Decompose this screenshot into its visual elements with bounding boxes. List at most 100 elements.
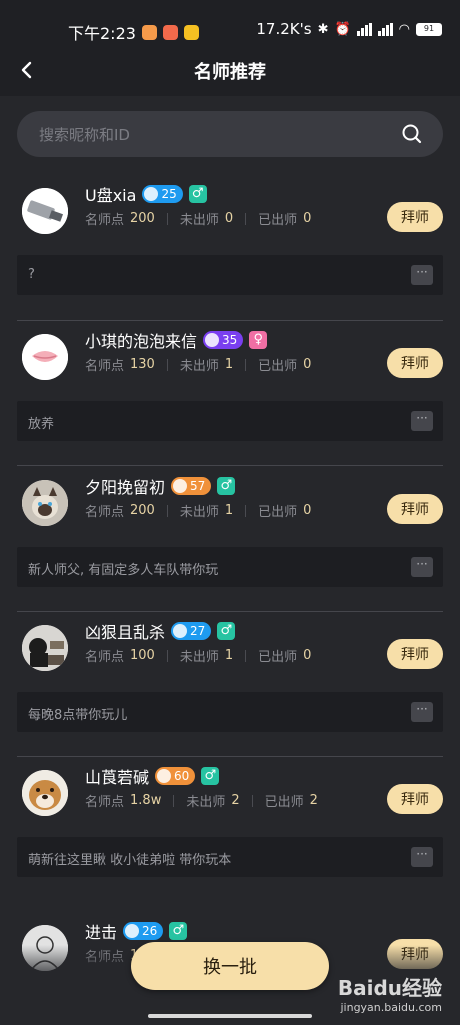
points-value: 130 [130,357,155,372]
master-card: U盘xia 25 ♂ 名师点 200 未出师 0 已出师 0 拜师 ? ··· [0,173,460,318]
apprentice-button[interactable]: 拜师 [387,639,443,669]
more-button[interactable]: ··· [411,411,433,431]
intro-box: 新人师父, 有固定多人车队带你玩 ··· [17,547,443,587]
stat-divider [251,794,253,807]
not-graduated-label: 未出师 [179,213,219,228]
graduated-label: 已出师 [264,795,304,810]
level-value: 57 [190,479,206,493]
level-value: 35 [222,333,238,347]
male-icon: ♂ [169,922,188,940]
intro-text: 每晚8点带你玩儿 [28,708,128,723]
intro-box: 每晚8点带你玩儿 ··· [17,692,443,732]
master-card: 小琪的泡泡来信 35 ♀ 名师点 130 未出师 1 已出师 0 拜师 放养 ·… [0,319,460,464]
level-value: 25 [161,187,177,201]
stat-divider [173,794,175,807]
network-speed: 17.2K's [256,20,312,38]
intro-text: 萌新往这里瞅 收小徒弟啦 带你玩本 [28,853,232,868]
not-graduated-label: 未出师 [179,650,219,665]
level-badge: 57 [171,477,212,495]
graduated-label: 已出师 [258,505,298,520]
level-icon [173,624,188,638]
intro-text: 放养 [28,417,55,432]
level-icon [205,333,220,347]
status-bar: 下午2:23 17.2K's ✱ ⏰ ◠ 91 [0,0,460,44]
male-icon: ♂ [201,767,220,785]
wifi-icon: ◠ [398,21,410,37]
not-graduated-label: 未出师 [179,505,219,520]
master-name[interactable]: 山莨菪碱 [85,764,149,788]
points-label: 名师点 [85,213,125,228]
signal-icon [356,22,372,36]
watermark-brand: Baidu经验 [337,976,442,1000]
more-button[interactable]: ··· [411,265,433,285]
stats-row: 名师点 200 未出师 0 已出师 0 [85,209,311,228]
dog-avatar-icon [22,770,68,816]
level-badge: 60 [155,767,196,785]
refresh-batch-button[interactable]: 换一批 [131,942,329,990]
avatar[interactable] [22,188,68,234]
points-value: 200 [130,503,155,518]
graduated-label: 已出师 [258,650,298,665]
page-title: 名师推荐 [194,62,266,83]
stats-row: 名师点 200 未出师 1 已出师 0 [85,501,311,520]
stat-divider [166,212,168,225]
avatar[interactable] [22,770,68,816]
graduated-label: 已出师 [258,213,298,228]
not-graduated-label: 未出师 [186,795,226,810]
points-value: 1.8w [130,793,162,808]
points-label: 名师点 [85,795,125,810]
intro-box: 放养 ··· [17,401,443,441]
graduated-value: 2 [309,793,318,808]
apprentice-button[interactable]: 拜师 [387,494,443,524]
alarm-icon: ⏰ [334,21,351,37]
level-value: 27 [190,624,206,638]
stat-divider [245,504,247,517]
lips-avatar-icon [22,334,68,380]
header: 名师推荐 [0,44,460,96]
search-icon[interactable] [401,123,423,145]
graduated-value: 0 [303,357,312,372]
stat-divider [166,649,168,662]
level-icon [173,479,188,493]
apprentice-button[interactable]: 拜师 [387,784,443,814]
level-icon [157,769,172,783]
avatar[interactable] [22,625,68,671]
graduated-value: 0 [303,503,312,518]
avatar[interactable] [22,480,68,526]
home-indicator[interactable] [148,1014,312,1018]
usb-drive-avatar-icon [22,188,68,234]
intro-box: 萌新往这里瞅 收小徒弟啦 带你玩本 ··· [17,837,443,877]
notification-app-icon [141,24,157,40]
avatar[interactable] [22,334,68,380]
stat-divider [166,358,168,371]
male-icon: ♂ [217,622,236,640]
more-button[interactable]: ··· [411,847,433,867]
status-left: 下午2:23 [68,20,199,44]
apprentice-button[interactable]: 拜师 [387,348,443,378]
points-value: 100 [130,648,155,663]
level-icon [144,187,159,201]
graduated-label: 已出师 [258,359,298,374]
level-icon [125,924,140,938]
notification-app-icon [183,24,199,40]
not-graduated-value: 2 [231,793,240,808]
master-name[interactable]: 凶狠且乱杀 [85,619,165,643]
master-name[interactable]: 小琪的泡泡来信 [85,328,197,352]
master-name[interactable]: 进击 [85,919,117,943]
male-icon: ♂ [217,477,236,495]
more-button[interactable]: ··· [411,702,433,722]
apprentice-button[interactable]: 拜师 [387,202,443,232]
search-input[interactable]: 搜索昵称和ID [17,111,443,157]
battery-icon: 91 [416,22,442,36]
master-name[interactable]: 夕阳挽留初 [85,474,165,498]
not-graduated-value: 1 [224,503,234,518]
points-value: 200 [130,211,155,226]
master-name[interactable]: U盘xia [85,182,136,206]
more-button[interactable]: ··· [411,557,433,577]
intro-text: ? [28,267,35,282]
male-icon: ♂ [188,185,207,203]
stat-divider [245,212,247,225]
points-label: 名师点 [85,359,125,374]
level-value: 60 [174,769,190,783]
intro-box: ? ··· [17,255,443,295]
